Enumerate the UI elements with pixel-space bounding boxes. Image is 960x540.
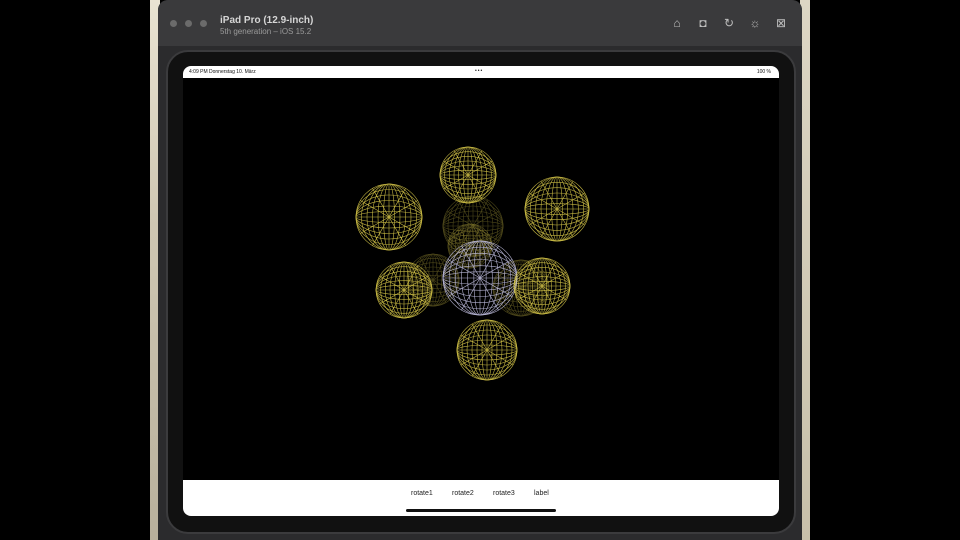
ipad-screen: 4:09 PM Donnerstag 10. März ••• 100 % ro…: [183, 66, 779, 516]
rotate1-button[interactable]: rotate1: [411, 490, 433, 497]
device-subtitle: 5th generation – iOS 15.2: [220, 27, 312, 36]
device-title: iPad Pro (12.9-inch): [220, 15, 314, 26]
status-time: 4:09 PM Donnerstag 10. März: [189, 69, 256, 75]
rotate3-button[interactable]: rotate3: [493, 490, 515, 497]
home-icon[interactable]: ⌂: [670, 16, 684, 30]
scenekit-view[interactable]: [183, 78, 779, 480]
wireframe-sphere-top: [439, 146, 497, 204]
screenshot-icon[interactable]: ◘: [696, 16, 710, 30]
battery-status: 100 %: [756, 69, 771, 75]
simulator-toolbar: ⌂ ◘ ↻ ☼ ⊠: [670, 16, 788, 30]
window-controls: [170, 20, 207, 27]
close-window-button[interactable]: [170, 20, 177, 27]
label-button[interactable]: label: [534, 490, 549, 497]
status-bar: 4:09 PM Donnerstag 10. März ••• 100 %: [183, 66, 779, 78]
wireframe-sphere-bottom: [456, 319, 518, 381]
simulator-titlebar[interactable]: iPad Pro (12.9-inch) 5th generation – iO…: [158, 0, 802, 46]
wireframe-sphere-upper-left: [355, 183, 423, 251]
more-icon[interactable]: ⊠: [774, 16, 788, 30]
rotate2-button[interactable]: rotate2: [452, 490, 474, 497]
wireframe-sphere-right: [513, 257, 571, 315]
home-indicator: [406, 509, 556, 512]
appearance-icon[interactable]: ☼: [748, 16, 762, 30]
multitasking-dots[interactable]: •••: [475, 68, 483, 74]
zoom-window-button[interactable]: [200, 20, 207, 27]
ghost-sphere-1: [406, 253, 460, 307]
wireframe-sphere-upper-right: [524, 176, 590, 242]
wireframe-sphere-left: [375, 261, 433, 319]
minimize-window-button[interactable]: [185, 20, 192, 27]
bottom-toolbar: rotate1 rotate2 rotate3 label: [183, 480, 779, 516]
rotate-icon[interactable]: ↻: [722, 16, 736, 30]
